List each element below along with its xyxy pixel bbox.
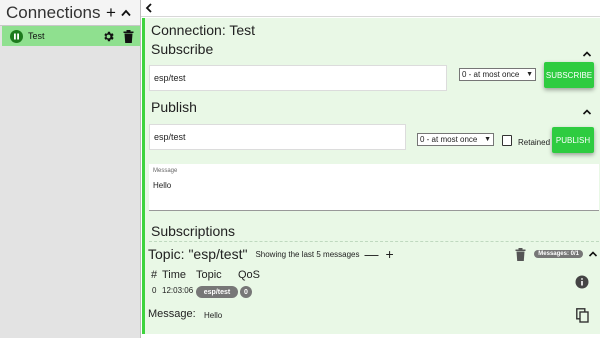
trash-icon[interactable] (120, 28, 136, 44)
decrease-messages-button[interactable]: — (365, 247, 379, 261)
subscriptions-section-title: Subscriptions (151, 223, 236, 239)
copy-icon[interactable] (575, 308, 589, 323)
publish-qos-select[interactable]: 0 - at most once ▼ (417, 133, 494, 146)
message-label: Message: (148, 308, 196, 320)
chevron-up-icon (121, 9, 131, 16)
sidebar-header: Connections + (0, 0, 140, 26)
publish-collapse-button[interactable] (582, 103, 592, 115)
subscribe-collapse-button[interactable] (582, 45, 592, 57)
top-bar (141, 0, 600, 17)
connection-title: Connection: Test (151, 22, 256, 38)
row-index: 0 (152, 286, 157, 295)
sidebar-title: Connections (6, 2, 101, 22)
message-field-value[interactable]: Hello (153, 181, 171, 190)
column-header-qos: QoS (238, 269, 261, 281)
subscribe-button[interactable]: SUBSCRIBE (544, 62, 594, 88)
retained-label: Retained (518, 138, 551, 147)
info-icon[interactable] (575, 275, 589, 289)
showing-last-messages: Showing the last 5 messages (255, 249, 360, 259)
subscribe-qos-select[interactable]: 0 - at most once ▼ (459, 68, 536, 81)
subscription-topic-title: Topic: "esp/test" (148, 246, 248, 262)
publish-button[interactable]: PUBLISH (552, 127, 594, 153)
trash-icon[interactable] (515, 247, 526, 261)
publish-qos-value: 0 - at most once (420, 135, 478, 144)
section-divider (149, 241, 599, 242)
row-time: 12:03:06 (162, 286, 194, 295)
chevron-up-icon (588, 251, 598, 257)
message-value: Hello (204, 311, 223, 320)
back-button[interactable] (145, 3, 153, 13)
messages-count-badge: Messages: 0/1 (534, 250, 583, 258)
pause-icon[interactable] (10, 29, 23, 43)
connection-name: Test (28, 31, 45, 41)
subscribe-topic-input[interactable]: esp/test (149, 65, 447, 91)
message-field-label: Message (153, 168, 178, 174)
column-header-topic: Topic (196, 269, 222, 281)
increase-messages-button[interactable]: + (386, 247, 394, 261)
add-connection-button[interactable]: + (104, 4, 118, 21)
retained-checkbox[interactable] (502, 135, 512, 146)
subscription-collapse-button[interactable] (588, 250, 598, 258)
collapse-sidebar-button[interactable] (121, 9, 135, 17)
message-field[interactable]: Message Hello (149, 164, 599, 211)
subscribe-section-title: Subscribe (151, 41, 214, 57)
column-header-index: # (151, 269, 158, 281)
connection-detail: Connection: Test Subscribe esp/test 0 - … (141, 0, 600, 338)
subscribe-qos-value: 0 - at most once (462, 70, 520, 79)
publish-section-title: Publish (151, 99, 197, 115)
chevron-up-icon (582, 109, 592, 115)
row-qos-badge: 0 (240, 286, 252, 298)
column-header-time: Time (162, 269, 187, 281)
row-topic-badge: esp/test (196, 286, 238, 298)
chevron-left-icon (145, 3, 152, 13)
dropdown-arrow-icon: ▼ (484, 136, 491, 143)
chevron-up-icon (582, 51, 592, 57)
gear-icon[interactable] (100, 28, 116, 44)
publish-topic-input[interactable]: esp/test (149, 124, 406, 150)
dropdown-arrow-icon: ▼ (526, 71, 533, 78)
connections-sidebar: Connections + Test (0, 0, 141, 338)
subscription-header: Topic: "esp/test" Showing the last 5 mes… (148, 246, 598, 262)
connection-item-test[interactable]: Test (2, 26, 140, 46)
connection-panel: Connection: Test Subscribe esp/test 0 - … (142, 18, 600, 334)
